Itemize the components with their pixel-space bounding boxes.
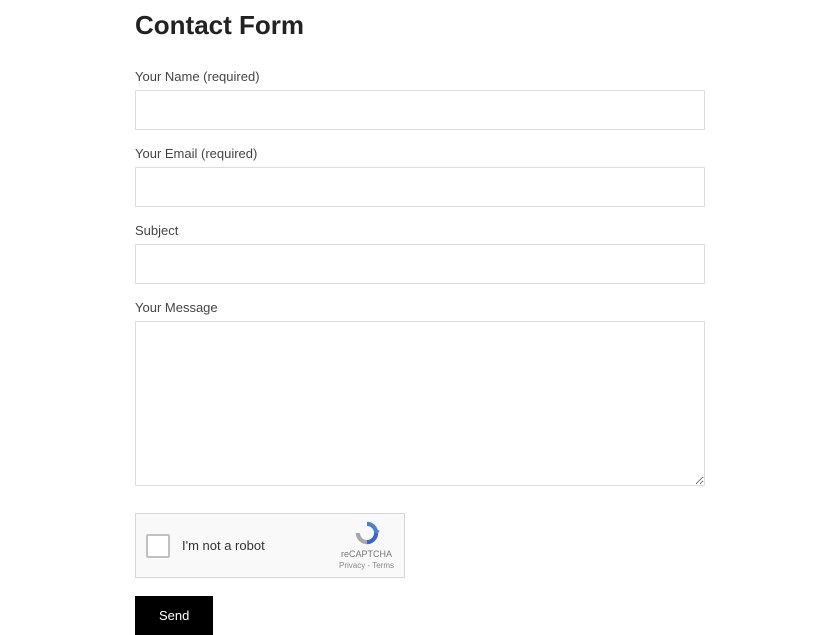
recaptcha-label: I'm not a robot	[182, 538, 339, 553]
send-button[interactable]: Send	[135, 596, 213, 635]
name-label: Your Name (required)	[135, 69, 705, 84]
subject-group: Subject	[135, 223, 705, 284]
name-input[interactable]	[135, 90, 705, 130]
page-title: Contact Form	[135, 10, 705, 41]
name-group: Your Name (required)	[135, 69, 705, 130]
message-group: Your Message	[135, 300, 705, 491]
subject-label: Subject	[135, 223, 705, 238]
recaptcha-checkbox[interactable]	[146, 534, 170, 558]
contact-form: Your Name (required) Your Email (require…	[135, 69, 705, 635]
subject-input[interactable]	[135, 244, 705, 284]
recaptcha-icon	[353, 519, 381, 547]
recaptcha-links[interactable]: Privacy - Terms	[339, 561, 394, 571]
email-label: Your Email (required)	[135, 146, 705, 161]
email-input[interactable]	[135, 167, 705, 207]
email-group: Your Email (required)	[135, 146, 705, 207]
recaptcha-branding: reCAPTCHA Privacy - Terms	[339, 519, 394, 571]
recaptcha-widget: I'm not a robot reCAPTCHA Privacy - Term…	[135, 513, 405, 578]
message-textarea[interactable]	[135, 321, 705, 486]
recaptcha-brand-text: reCAPTCHA	[341, 549, 392, 561]
message-label: Your Message	[135, 300, 705, 315]
